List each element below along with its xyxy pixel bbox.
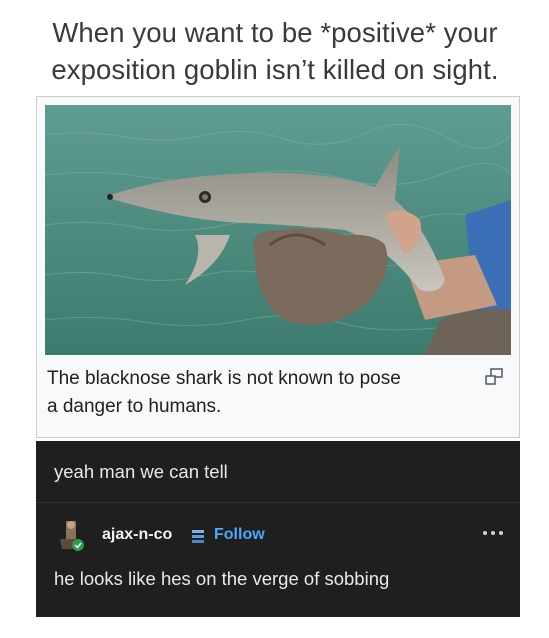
reply-text-top: yeah man we can tell xyxy=(54,461,228,482)
wikipedia-image-card: The blacknose shark is not known to pose… xyxy=(36,96,520,438)
caption-line-2: exposition goblin isn’t killed on sight. xyxy=(51,54,499,85)
dot xyxy=(491,531,495,535)
enlarge-icon[interactable] xyxy=(484,368,504,386)
username[interactable]: ajax-n-co xyxy=(102,526,172,544)
avatar[interactable] xyxy=(56,519,84,551)
stacked-badge-icon xyxy=(192,530,204,543)
follow-button[interactable]: Follow xyxy=(214,526,265,544)
reply-text-bottom: he looks like hes on the verge of sobbin… xyxy=(54,568,390,589)
more-options-icon[interactable] xyxy=(483,531,507,539)
wiki-caption: The blacknose shark is not known to pose… xyxy=(47,365,467,421)
shark-photo xyxy=(45,105,511,355)
tumblr-post: yeah man we can tell ajax-n-co Follow he… xyxy=(36,441,520,617)
wiki-caption-line-2: a danger to humans. xyxy=(47,396,222,417)
wiki-caption-line-1: The blacknose shark is not known to pose xyxy=(47,368,401,389)
dot xyxy=(499,531,503,535)
dot xyxy=(483,531,487,535)
divider xyxy=(36,502,520,503)
caption-line-1: When you want to be *positive* your xyxy=(52,17,498,48)
meme-caption: When you want to be *positive* your expo… xyxy=(14,14,536,88)
